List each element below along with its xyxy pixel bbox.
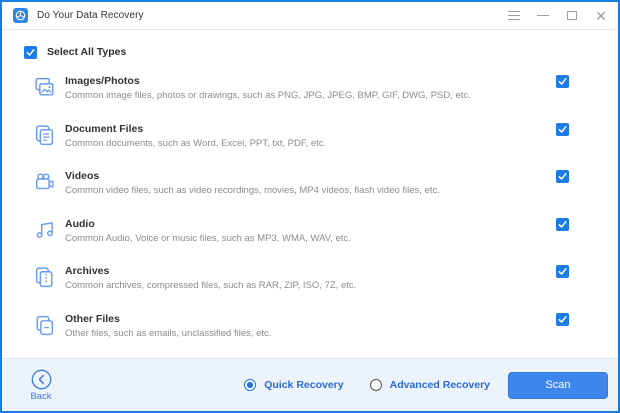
audio-checkbox[interactable] [556, 218, 569, 231]
back-label: Back [30, 391, 51, 402]
other-files-icon [32, 313, 58, 338]
file-type-row-audio: Audio Common Audio, Voice or music files… [2, 207, 618, 255]
archive-zip-icon [32, 265, 58, 290]
images-photos-icon [32, 75, 58, 100]
file-type-description: Common video files, such as video record… [65, 185, 556, 196]
file-type-title: Archives [65, 265, 556, 277]
video-camera-icon [32, 170, 58, 195]
advanced-recovery-radio[interactable]: Advanced Recovery [370, 379, 490, 391]
file-type-row-videos: Videos Common video files, such as video… [2, 159, 618, 207]
file-type-title: Audio [65, 218, 556, 230]
file-type-description: Other files, such as emails, unclassifie… [65, 328, 556, 339]
images-checkbox[interactable] [556, 75, 569, 88]
file-type-description: Common archives, compressed files, such … [65, 280, 556, 291]
file-type-title: Images/Photos [65, 75, 556, 87]
footer-bar: Back Quick Recovery Advanced Recovery Sc… [2, 358, 618, 411]
scan-button[interactable]: Scan [508, 372, 608, 399]
file-type-list: Images/Photos Common image files, photos… [2, 64, 618, 358]
back-button[interactable]: Back [26, 369, 56, 402]
file-type-row-documents: Document Files Common documents, such as… [2, 112, 618, 160]
radio-unselected-icon [370, 379, 382, 391]
file-type-row-archives: Archives Common archives, compressed fil… [2, 254, 618, 302]
file-type-title: Other Files [65, 313, 556, 325]
app-logo-icon [13, 8, 28, 23]
other-files-checkbox[interactable] [556, 313, 569, 326]
archives-checkbox[interactable] [556, 265, 569, 278]
select-all-checkbox[interactable] [24, 46, 37, 59]
file-type-row-other: Other Files Other files, such as emails,… [2, 302, 618, 350]
close-icon[interactable]: ✕ [594, 9, 608, 23]
file-type-row-images: Images/Photos Common image files, photos… [2, 64, 618, 112]
maximize-icon[interactable] [565, 9, 579, 23]
select-all-label: Select All Types [47, 46, 126, 58]
recovery-mode-group: Quick Recovery Advanced Recovery [244, 379, 490, 391]
file-type-description: Common Audio, Voice or music files, such… [65, 233, 556, 244]
radio-selected-icon [244, 379, 256, 391]
menu-icon[interactable] [507, 9, 521, 23]
file-type-description: Common documents, such as Word, Excel, P… [65, 138, 556, 149]
documents-checkbox[interactable] [556, 123, 569, 136]
file-type-title: Videos [65, 170, 556, 182]
videos-checkbox[interactable] [556, 170, 569, 183]
minimize-icon[interactable] [536, 9, 550, 23]
window-title: Do Your Data Recovery [37, 10, 144, 21]
quick-recovery-radio[interactable]: Quick Recovery [244, 379, 343, 391]
document-files-icon [32, 123, 58, 148]
back-arrow-icon [31, 369, 52, 390]
music-notes-icon [32, 218, 58, 243]
app-window: Do Your Data Recovery ✕ Select All Types [0, 0, 620, 413]
file-type-title: Document Files [65, 123, 556, 135]
title-bar: Do Your Data Recovery ✕ [2, 2, 618, 30]
file-type-description: Common image files, photos or drawings, … [65, 90, 556, 101]
select-all-row: Select All Types [24, 44, 618, 60]
